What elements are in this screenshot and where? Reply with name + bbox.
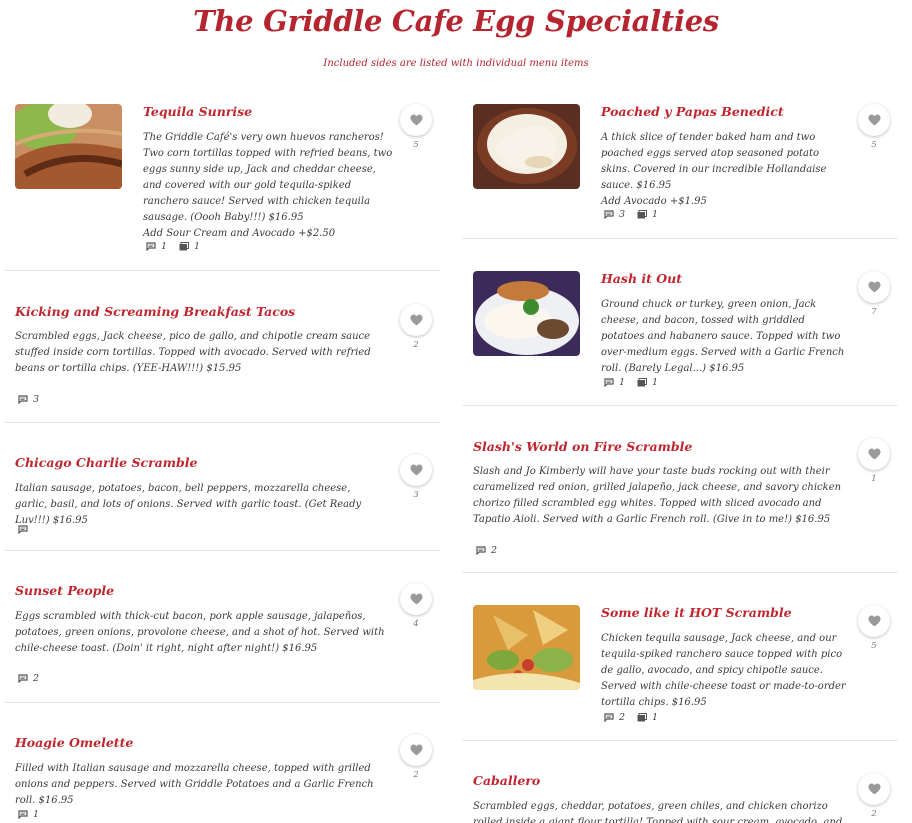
comment-count[interactable]: 2 xyxy=(476,545,497,556)
menu-item-title[interactable]: Tequila Sunrise xyxy=(143,104,252,119)
dish-photo[interactable] xyxy=(473,104,580,189)
menu-item: Sunset People Eggs scrambled with thick-… xyxy=(4,551,440,703)
menu-item-description: Ground chuck or turkey, green onion, Jac… xyxy=(601,299,845,374)
menu-item-description: Eggs scrambled with thick-cut bacon, por… xyxy=(15,611,385,654)
dish-photo[interactable] xyxy=(473,271,580,356)
heart-icon xyxy=(409,464,423,476)
menu-item: Slash's World on Fire Scramble Slash and… xyxy=(462,406,898,573)
menu-item-description: A thick slice of tender baked ham and tw… xyxy=(601,130,851,210)
comment-count[interactable]: 1 xyxy=(18,809,39,820)
comment-icon xyxy=(604,210,614,219)
menu-item-title[interactable]: Hoagie Omelette xyxy=(15,735,133,750)
menu-item-title[interactable]: Poached y Papas Benedict xyxy=(601,104,784,119)
comment-count[interactable]: 1 xyxy=(146,241,167,252)
menu-item-title[interactable]: Hash it Out xyxy=(601,271,682,286)
heart-icon xyxy=(409,314,423,326)
like-button[interactable]: 5 xyxy=(858,104,890,150)
menu-item-description: The Griddle Café's very own huevos ranch… xyxy=(143,130,393,242)
menu-item-description: Chicken tequila sausage, Jack cheese, an… xyxy=(601,633,846,708)
comment-icon xyxy=(476,546,486,555)
like-button[interactable]: 5 xyxy=(858,605,890,651)
photo-icon xyxy=(179,242,190,251)
comment-count[interactable]: 3 xyxy=(18,394,39,405)
photo-count[interactable]: 1 xyxy=(179,241,200,252)
comment-count[interactable]: 2 xyxy=(604,712,625,723)
photo-icon xyxy=(637,210,648,219)
like-count: 5 xyxy=(871,140,877,150)
heart-icon xyxy=(867,281,881,293)
comment-icon xyxy=(18,674,28,683)
like-count: 7 xyxy=(871,307,877,317)
menu-item-addon: Add Avocado +$1.95 xyxy=(601,196,707,207)
menu-item-description: Italian sausage, potatoes, bacon, bell p… xyxy=(15,483,362,526)
menu-item-title[interactable]: Kicking and Screaming Breakfast Tacos xyxy=(15,304,295,319)
like-button[interactable]: 5 xyxy=(400,104,432,150)
heart-icon xyxy=(867,114,881,126)
comment-icon xyxy=(18,395,28,404)
heart-icon xyxy=(867,783,881,795)
menu-item: Some like it HOT Scramble Chicken tequil… xyxy=(462,573,898,741)
menu-item: Chicago Charlie Scramble Italian sausage… xyxy=(4,423,440,551)
dish-photo[interactable] xyxy=(473,605,580,690)
dish-photo[interactable] xyxy=(15,104,122,189)
heart-icon xyxy=(409,593,423,605)
like-count: 1 xyxy=(871,474,877,484)
menu-item-description: Scrambled eggs, Jack cheese, pico de gal… xyxy=(15,331,371,374)
menu-item-description: Slash and Jo Kimberly will have your tas… xyxy=(473,466,842,525)
like-button[interactable]: 7 xyxy=(858,271,890,317)
like-count: 2 xyxy=(871,809,877,819)
photo-count[interactable]: 1 xyxy=(637,377,658,388)
heart-icon xyxy=(867,615,881,627)
photo-count[interactable]: 1 xyxy=(637,712,658,723)
menu-item: Poached y Papas Benedict A thick slice o… xyxy=(462,104,898,239)
page-title: The Griddle Cafe Egg Specialties xyxy=(193,4,719,38)
menu-item: Kicking and Screaming Breakfast Tacos Sc… xyxy=(4,271,440,423)
menu-item: Hash it Out Ground chuck or turkey, gree… xyxy=(462,239,898,406)
comment-icon xyxy=(604,713,614,722)
menu-item: Tequila Sunrise The Griddle Café's very … xyxy=(4,104,440,271)
heart-icon xyxy=(409,744,423,756)
menu-item: Hoagie Omelette Filled with Italian saus… xyxy=(4,703,440,823)
like-button[interactable]: 2 xyxy=(400,304,432,350)
menu-item-title[interactable]: Sunset People xyxy=(15,583,114,598)
photo-icon xyxy=(637,713,648,722)
heart-icon xyxy=(409,114,423,126)
like-count: 2 xyxy=(413,770,419,780)
like-button[interactable]: 2 xyxy=(858,773,890,819)
menu-item-addon: Add Sour Cream and Avocado +$2.50 xyxy=(143,228,336,239)
menu-item-description: Filled with Italian sausage and mozzarel… xyxy=(15,763,374,806)
menu-item-title[interactable]: Chicago Charlie Scramble xyxy=(15,455,197,470)
comment-count[interactable]: 3 xyxy=(604,209,625,220)
menu-item: Caballero Scrambled eggs, cheddar, potat… xyxy=(462,741,898,823)
like-button[interactable]: 1 xyxy=(858,438,890,484)
page-subtitle: Included sides are listed with individua… xyxy=(323,58,589,69)
like-count: 3 xyxy=(413,490,419,500)
comment-count[interactable]: 2 xyxy=(18,673,39,684)
like-count: 5 xyxy=(413,140,419,150)
comment-icon xyxy=(18,810,28,819)
like-count: 5 xyxy=(871,641,877,651)
menu-item-title[interactable]: Caballero xyxy=(473,773,540,788)
menu-item-title[interactable]: Slash's World on Fire Scramble xyxy=(473,439,692,454)
like-button[interactable]: 2 xyxy=(400,734,432,780)
menu-item-description: Scrambled eggs, cheddar, potatoes, green… xyxy=(473,801,843,823)
comment-count[interactable]: 1 xyxy=(604,377,625,388)
photo-icon xyxy=(637,378,648,387)
comment-icon xyxy=(18,525,28,534)
like-button[interactable]: 3 xyxy=(400,454,432,500)
comment-icon xyxy=(146,242,156,251)
comment-icon xyxy=(604,378,614,387)
photo-count[interactable]: 1 xyxy=(637,209,658,220)
heart-icon xyxy=(867,448,881,460)
menu-item-title[interactable]: Some like it HOT Scramble xyxy=(601,605,792,620)
like-count: 2 xyxy=(413,340,419,350)
like-button[interactable]: 4 xyxy=(400,583,432,629)
like-count: 4 xyxy=(413,619,419,629)
comment-count[interactable] xyxy=(18,525,33,534)
